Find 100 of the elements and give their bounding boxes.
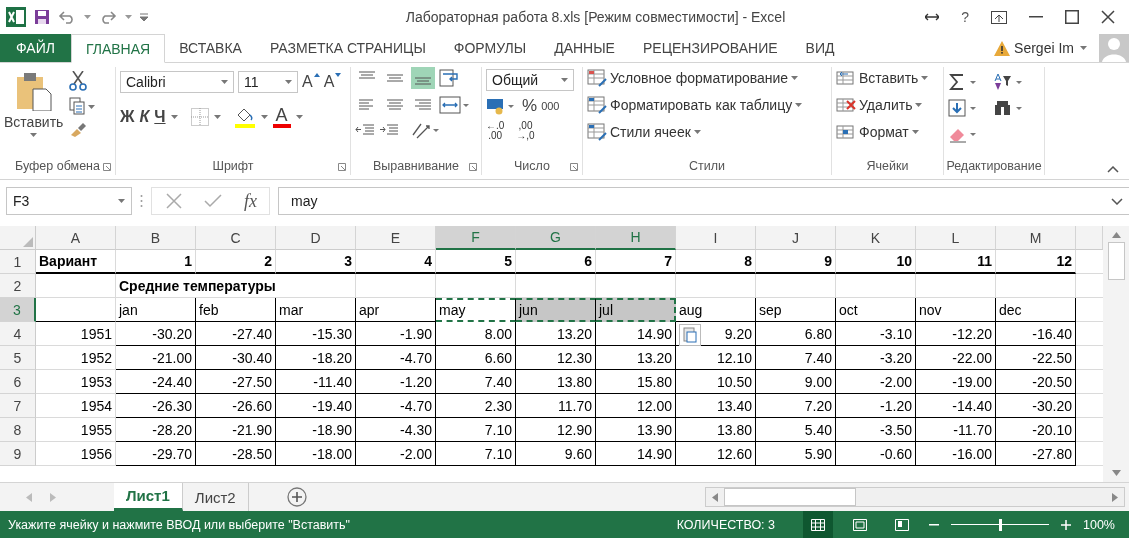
dialog-launcher-icon[interactable] bbox=[469, 163, 477, 171]
expand-formula-bar-icon[interactable] bbox=[1111, 197, 1123, 205]
customize-toolbar-icon[interactable] bbox=[140, 13, 148, 21]
redo-icon[interactable] bbox=[99, 10, 117, 24]
merge-cells-icon[interactable] bbox=[439, 96, 469, 114]
dialog-launcher-icon[interactable] bbox=[103, 163, 111, 171]
user-name[interactable]: Sergei Im bbox=[1014, 40, 1074, 56]
save-icon[interactable] bbox=[34, 9, 50, 25]
font-name-dropdown[interactable]: Calibri bbox=[120, 71, 234, 93]
drag-handle-icon[interactable] bbox=[140, 194, 143, 208]
caret-icon[interactable] bbox=[260, 115, 268, 119]
close-icon[interactable] bbox=[1101, 10, 1115, 24]
row-header[interactable]: 4 bbox=[0, 322, 36, 346]
row-header[interactable]: 6 bbox=[0, 370, 36, 394]
font-size-dropdown[interactable]: 11 bbox=[238, 71, 298, 93]
dialog-launcher-icon[interactable] bbox=[570, 163, 578, 171]
fill-down-icon[interactable] bbox=[948, 99, 978, 117]
percent-button[interactable]: % bbox=[522, 96, 538, 116]
formula-input[interactable]: may bbox=[278, 187, 1129, 215]
cells-menu-button[interactable]: Формат bbox=[836, 121, 939, 143]
normal-view-button[interactable] bbox=[803, 511, 833, 538]
column-header[interactable]: B bbox=[116, 226, 196, 250]
cells-menu-button[interactable]: Удалить bbox=[836, 94, 939, 116]
horizontal-scrollbar[interactable] bbox=[705, 487, 1125, 507]
currency-icon[interactable] bbox=[486, 97, 516, 115]
column-header[interactable]: L bbox=[916, 226, 996, 250]
paste-options-icon[interactable] bbox=[679, 324, 701, 346]
ribbon-tab[interactable]: ДАННЫЕ bbox=[540, 34, 629, 62]
scroll-right-icon[interactable] bbox=[1112, 492, 1118, 502]
column-header[interactable]: G bbox=[516, 226, 596, 250]
row-header[interactable]: 3 bbox=[0, 298, 36, 322]
number-format-dropdown[interactable]: Общий bbox=[486, 69, 574, 91]
styles-menu-button[interactable]: Форматировать как таблицу bbox=[587, 94, 827, 116]
help-button[interactable]: ? bbox=[961, 9, 969, 25]
ribbon-tab[interactable]: ВИД bbox=[791, 34, 849, 62]
paste-button[interactable]: Вставить bbox=[4, 67, 64, 157]
caret-icon[interactable] bbox=[125, 15, 132, 19]
binoculars-icon[interactable] bbox=[994, 99, 1024, 117]
grow-font-button[interactable]: A bbox=[302, 73, 320, 91]
column-header[interactable]: H bbox=[596, 226, 676, 250]
minimize-icon[interactable] bbox=[1029, 16, 1043, 18]
column-header[interactable]: M bbox=[996, 226, 1076, 250]
ribbon-tab[interactable]: ГЛАВНАЯ bbox=[70, 34, 166, 63]
scroll-left-icon[interactable] bbox=[712, 492, 718, 502]
zoom-in-icon[interactable] bbox=[1061, 520, 1071, 530]
ribbon-tab[interactable]: РЕЦЕНЗИРОВАНИЕ bbox=[628, 34, 792, 62]
ribbon-tab[interactable]: ФОРМУЛЫ bbox=[439, 34, 541, 62]
ribbon-tab[interactable]: РАЗМЕТКА СТРАНИЦЫ bbox=[255, 34, 440, 62]
caret-icon[interactable] bbox=[1080, 46, 1087, 50]
row-header[interactable]: 9 bbox=[0, 442, 36, 466]
text-orientation-icon[interactable] bbox=[411, 121, 441, 139]
scrollbar-thumb[interactable] bbox=[724, 488, 856, 506]
row-header[interactable]: 2 bbox=[0, 274, 36, 298]
column-header[interactable]: A bbox=[36, 226, 116, 250]
decrease-decimal-button[interactable]: ,00 →,0 bbox=[516, 121, 535, 141]
zoom-slider[interactable] bbox=[951, 519, 1049, 531]
resize-arrows-icon[interactable] bbox=[925, 13, 940, 21]
italic-button[interactable]: К bbox=[139, 108, 150, 126]
format-painter-icon[interactable] bbox=[69, 121, 88, 137]
row-header[interactable]: 5 bbox=[0, 346, 36, 370]
scissors-icon[interactable] bbox=[69, 71, 88, 91]
maximize-icon[interactable] bbox=[1065, 10, 1079, 24]
zoom-slider-thumb[interactable] bbox=[999, 519, 1002, 531]
column-header[interactable]: C bbox=[196, 226, 276, 250]
column-header[interactable]: D bbox=[276, 226, 356, 250]
checkmark-icon[interactable] bbox=[204, 194, 222, 208]
bold-button[interactable]: Ж bbox=[120, 108, 135, 126]
add-sheet-icon[interactable] bbox=[286, 487, 307, 507]
file-tab[interactable]: ФАЙЛ bbox=[0, 34, 71, 62]
column-header[interactable]: F bbox=[436, 226, 516, 250]
column-header[interactable]: J bbox=[756, 226, 836, 250]
font-color-button[interactable]: A bbox=[272, 106, 291, 128]
decrease-indent-icon[interactable] bbox=[355, 123, 375, 137]
scrollbar-thumb[interactable] bbox=[1107, 242, 1125, 280]
thousands-button[interactable]: 000 bbox=[541, 100, 560, 112]
cancel-icon[interactable] bbox=[166, 193, 182, 209]
insert-function-button[interactable]: fx bbox=[244, 190, 257, 212]
undo-icon[interactable] bbox=[58, 10, 76, 24]
styles-menu-button[interactable]: Стили ячеек bbox=[587, 121, 827, 143]
column-header[interactable]: I bbox=[676, 226, 756, 250]
row-header[interactable]: 8 bbox=[0, 418, 36, 442]
row-header[interactable]: 1 bbox=[0, 250, 36, 274]
copy-icon[interactable] bbox=[69, 97, 96, 115]
underline-button[interactable]: Ч bbox=[154, 108, 166, 126]
wrap-text-icon[interactable] bbox=[439, 69, 459, 87]
name-box[interactable]: F3 bbox=[6, 187, 132, 215]
increase-indent-icon[interactable] bbox=[379, 123, 399, 137]
caret-icon[interactable] bbox=[170, 115, 178, 119]
shrink-font-button[interactable]: A bbox=[323, 73, 342, 91]
align-button[interactable] bbox=[411, 67, 435, 89]
vertical-scrollbar[interactable] bbox=[1103, 226, 1129, 482]
column-header[interactable]: E bbox=[356, 226, 436, 250]
caret-icon[interactable] bbox=[295, 115, 303, 119]
sheet-tab[interactable]: Лист1 bbox=[114, 483, 183, 511]
column-header[interactable]: K bbox=[836, 226, 916, 250]
scroll-down-icon[interactable] bbox=[1111, 470, 1121, 476]
sum-icon[interactable] bbox=[948, 73, 978, 91]
scroll-up-icon[interactable] bbox=[1111, 232, 1121, 238]
collapse-ribbon-icon[interactable] bbox=[1107, 166, 1119, 173]
caret-icon[interactable] bbox=[213, 115, 221, 119]
